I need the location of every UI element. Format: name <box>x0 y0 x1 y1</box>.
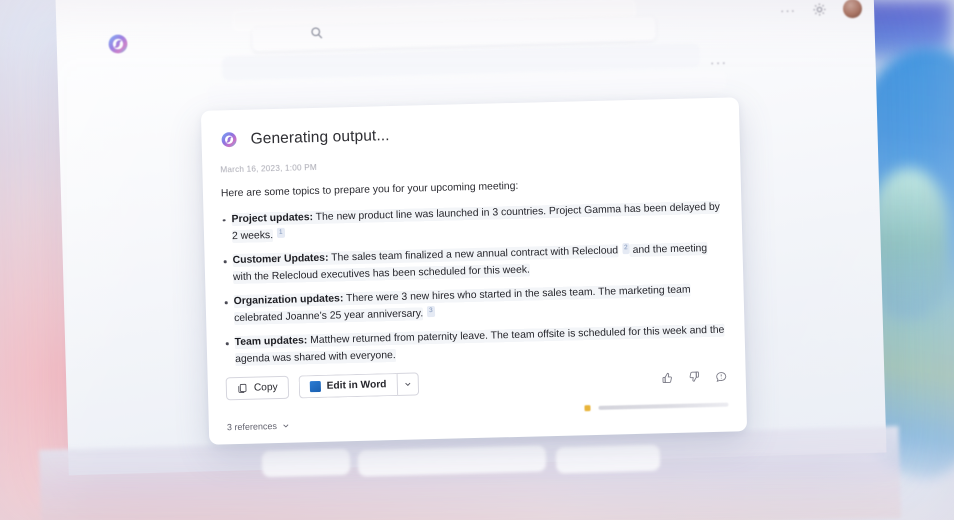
copy-icon <box>237 383 248 394</box>
copilot-logo-icon <box>106 32 131 57</box>
avatar[interactable] <box>842 0 863 19</box>
list-item-text: The sales team finalized a new annual co… <box>328 245 619 265</box>
timestamp: March 16, 2023, 1:00 PM <box>220 162 317 175</box>
gear-icon[interactable] <box>812 2 827 17</box>
topics-list: Project updates: The new product line wa… <box>221 200 727 370</box>
edit-in-word-split-button: Edit in Word <box>298 372 419 399</box>
list-item: Team updates: Matthew returned from pate… <box>225 323 728 369</box>
progress-indicator-dot <box>584 405 591 412</box>
edit-in-word-button[interactable]: Edit in Word <box>298 373 397 399</box>
feedback-controls <box>661 370 728 385</box>
suggestion-chip[interactable] <box>357 445 547 477</box>
search-icon <box>310 26 324 40</box>
page-title: Generating output... <box>250 126 390 148</box>
chevron-down-icon[interactable] <box>396 372 419 396</box>
thumbs-down-icon[interactable] <box>688 370 701 383</box>
list-item-label: Team updates: <box>234 335 308 349</box>
card-header: Generating output... <box>219 118 721 150</box>
word-icon <box>309 380 321 393</box>
intro-text: Here are some topics to prepare you for … <box>220 180 519 200</box>
list-item-text: Matthew returned from paternity leave. T… <box>235 324 725 366</box>
list-item-label: Project updates: <box>231 211 314 225</box>
copy-button-label: Copy <box>253 382 278 394</box>
suggestion-chip[interactable] <box>261 448 351 478</box>
list-item: Organization updates: There were 3 new h… <box>224 282 727 329</box>
overflow-menu-icon[interactable]: ··· <box>710 55 728 70</box>
reference-marker[interactable]: 3 <box>426 306 435 317</box>
list-item: Project updates: The new product line wa… <box>221 200 724 247</box>
progress-bar <box>598 402 729 410</box>
reference-marker[interactable]: 1 <box>276 227 285 239</box>
output-body: Here are some topics to prepare you for … <box>221 174 727 370</box>
references-toggle[interactable]: 3 references <box>226 421 290 433</box>
screen: ··· ··· Generating output... March 16, 2… <box>0 0 954 520</box>
generation-progress <box>584 402 729 412</box>
edit-in-word-label: Edit in Word <box>326 379 387 392</box>
suggestion-chip[interactable] <box>555 444 661 474</box>
list-item-label: Customer Updates: <box>232 253 329 267</box>
references-label: 3 references <box>226 421 278 433</box>
chevron-down-icon <box>282 422 290 430</box>
list-item-label: Organization updates: <box>233 293 344 308</box>
overflow-menu-icon[interactable]: ··· <box>780 3 796 18</box>
list-item: Customer Updates: The sales team finaliz… <box>222 241 725 288</box>
report-feedback-icon[interactable] <box>715 370 728 383</box>
thumbs-up-icon[interactable] <box>661 371 674 384</box>
copy-button[interactable]: Copy <box>225 375 289 401</box>
copilot-output-card: Generating output... March 16, 2023, 1:0… <box>200 97 748 445</box>
copilot-logo-icon <box>219 130 238 149</box>
action-row: Copy Edit in Word <box>225 365 728 401</box>
window-controls: ··· <box>780 0 863 20</box>
